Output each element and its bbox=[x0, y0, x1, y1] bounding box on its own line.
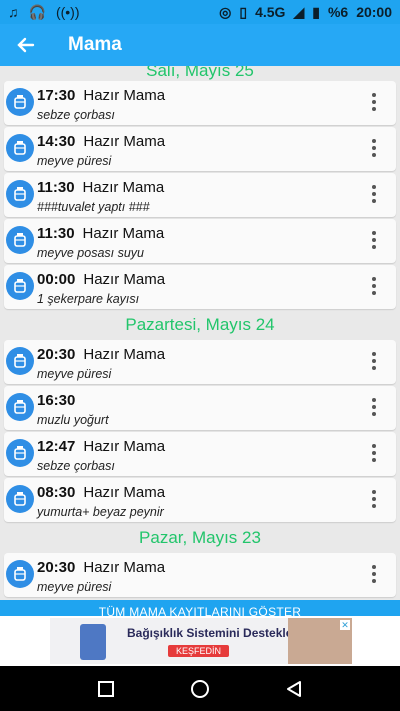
page-title: Mama bbox=[68, 34, 122, 55]
vibrate-icon: ▯ bbox=[239, 3, 248, 20]
entry-note: 1 şekerpare kayısı bbox=[37, 292, 140, 306]
app-bar: Mama bbox=[0, 24, 400, 66]
bottle-icon bbox=[6, 560, 34, 588]
entry-time: 11:30 bbox=[37, 179, 75, 196]
entry-heading: 00:00 Hazır Mama bbox=[37, 271, 165, 288]
entry-note: meyve posası suyu bbox=[37, 246, 144, 260]
entry-note: muzlu yoğurt bbox=[37, 413, 109, 427]
network-label: 4.5G bbox=[255, 4, 286, 20]
entry-type: Hazır Mama bbox=[83, 346, 166, 363]
feeding-entry[interactable]: 12:47 Hazır Mama sebze çorbası bbox=[4, 432, 396, 476]
battery-icon: ▮ bbox=[312, 3, 320, 20]
entry-time: 00:00 bbox=[37, 271, 76, 288]
entry-heading: 17:30 Hazır Mama bbox=[37, 87, 165, 104]
ad-banner[interactable]: Bağışıklık Sistemini Destekler KEŞFEDİN … bbox=[50, 618, 352, 664]
feeding-entry[interactable]: 11:30 Hazır Mama meyve posası suyu bbox=[4, 219, 396, 263]
entry-heading: 11:30 Hazır Mama bbox=[37, 225, 164, 242]
more-options-icon[interactable] bbox=[372, 139, 376, 157]
entry-type: Hazır Mama bbox=[83, 438, 166, 455]
system-nav-bar bbox=[0, 666, 400, 711]
entry-note: meyve püresi bbox=[37, 580, 112, 594]
back-arrow-icon bbox=[17, 37, 35, 53]
entry-type: Hazır Mama bbox=[82, 179, 165, 196]
more-options-icon[interactable] bbox=[372, 565, 376, 583]
date-header: Salı, Mayıs 25 bbox=[146, 66, 254, 80]
entry-time: 08:30 bbox=[37, 484, 76, 501]
bottle-icon bbox=[6, 347, 34, 375]
feeding-entry[interactable]: 14:30 Hazır Mama meyve püresi bbox=[4, 127, 396, 171]
entry-heading: 12:47 Hazır Mama bbox=[37, 438, 165, 455]
feeding-entry[interactable]: 08:30 Hazır Mama yumurta+ beyaz peynir bbox=[4, 478, 396, 522]
clock: 20:00 bbox=[356, 4, 392, 20]
entry-heading: 16:30 bbox=[37, 392, 83, 409]
entry-time: 12:47 bbox=[37, 438, 76, 455]
feeding-list[interactable]: Salı, Mayıs 25 17:30 Hazır Mama sebze çorba… bbox=[0, 66, 400, 600]
entry-note: sebze çorbası bbox=[37, 108, 115, 122]
more-options-icon[interactable] bbox=[372, 185, 376, 203]
headset-icon: 🎧 bbox=[28, 3, 46, 20]
feeding-entry[interactable]: 16:30 muzlu yoğurt bbox=[4, 386, 396, 430]
home-icon[interactable] bbox=[190, 679, 210, 699]
back-button[interactable] bbox=[0, 24, 52, 66]
bottle-icon bbox=[6, 272, 34, 300]
entry-note: yumurta+ beyaz peynir bbox=[37, 505, 164, 519]
date-header: Pazar, Mayıs 23 bbox=[139, 528, 261, 547]
feeding-entry[interactable]: 20:30 Hazır Mama meyve püresi bbox=[4, 340, 396, 384]
ad-cta-button[interactable]: KEŞFEDİN bbox=[168, 645, 230, 657]
date-header: Pazartesi, Mayıs 24 bbox=[125, 315, 275, 334]
feeding-entry[interactable]: 17:30 Hazır Mama sebze çorbası bbox=[4, 81, 396, 125]
bottle-icon bbox=[6, 88, 34, 116]
entry-type: Hazır Mama bbox=[83, 559, 166, 576]
more-options-icon[interactable] bbox=[372, 277, 376, 295]
battery-label: %6 bbox=[327, 4, 349, 20]
bottle-icon bbox=[6, 439, 34, 467]
bottle-icon bbox=[6, 180, 34, 208]
entry-time: 20:30 bbox=[37, 346, 76, 363]
entry-type: Hazır Mama bbox=[83, 271, 166, 288]
feeding-entry[interactable]: 00:00 Hazır Mama 1 şekerpare kayısı bbox=[4, 265, 396, 309]
hotspot-icon: ◎ bbox=[219, 3, 232, 20]
entry-heading: 20:30 Hazır Mama bbox=[37, 559, 165, 576]
more-options-icon[interactable] bbox=[372, 398, 376, 416]
signal-icon: ◢ bbox=[293, 3, 305, 20]
entry-type: Hazır Mama bbox=[82, 225, 165, 242]
entry-note: meyve püresi bbox=[37, 367, 112, 381]
entry-time: 17:30 bbox=[37, 87, 76, 104]
more-options-icon[interactable] bbox=[372, 93, 376, 111]
feeding-entry[interactable]: 20:30 Hazır Mama meyve püresi bbox=[4, 553, 396, 597]
feeding-entry[interactable]: 11:30 Hazır Mama ###tuvalet yaptı ### bbox=[4, 173, 396, 217]
show-all-button[interactable]: TÜM MAMA KAYITLARINI GÖSTER bbox=[0, 600, 400, 616]
bottle-icon bbox=[6, 485, 34, 513]
bottle-icon bbox=[6, 393, 34, 421]
wireless-icon: ((•)) bbox=[55, 4, 80, 20]
entry-time: 20:30 bbox=[37, 559, 76, 576]
more-options-icon[interactable] bbox=[372, 444, 376, 462]
more-options-icon[interactable] bbox=[372, 231, 376, 249]
recents-icon[interactable] bbox=[97, 680, 115, 698]
status-bar: ♫ 🎧 ((•)) ◎ ▯ 4.5G ◢ ▮ %6 20:00 bbox=[0, 0, 400, 24]
more-options-icon[interactable] bbox=[372, 490, 376, 508]
ad-banner-area: Bağışıklık Sistemini Destekler KEŞFEDİN … bbox=[0, 616, 400, 666]
entry-type: Hazır Mama bbox=[83, 133, 166, 150]
bottle-icon bbox=[6, 226, 34, 254]
bottle-icon bbox=[6, 134, 34, 162]
entry-time: 11:30 bbox=[37, 225, 75, 242]
entry-note: meyve püresi bbox=[37, 154, 112, 168]
entry-time: 16:30 bbox=[37, 392, 76, 409]
more-options-icon[interactable] bbox=[372, 352, 376, 370]
music-icon: ♫ bbox=[8, 4, 19, 20]
product-image bbox=[80, 624, 106, 660]
entry-note: ###tuvalet yaptı ### bbox=[37, 200, 150, 214]
ad-close-icon[interactable]: ✕ bbox=[340, 620, 350, 630]
back-nav-icon[interactable] bbox=[285, 680, 303, 698]
entry-heading: 08:30 Hazır Mama bbox=[37, 484, 165, 501]
entry-note: sebze çorbası bbox=[37, 459, 115, 473]
entry-time: 14:30 bbox=[37, 133, 76, 150]
entry-heading: 11:30 Hazır Mama bbox=[37, 179, 164, 196]
entry-type: Hazır Mama bbox=[83, 87, 166, 104]
entry-heading: 20:30 Hazır Mama bbox=[37, 346, 165, 363]
entry-heading: 14:30 Hazır Mama bbox=[37, 133, 165, 150]
ad-headline: Bağışıklık Sistemini Destekler bbox=[127, 626, 298, 640]
entry-type: Hazır Mama bbox=[83, 484, 166, 501]
